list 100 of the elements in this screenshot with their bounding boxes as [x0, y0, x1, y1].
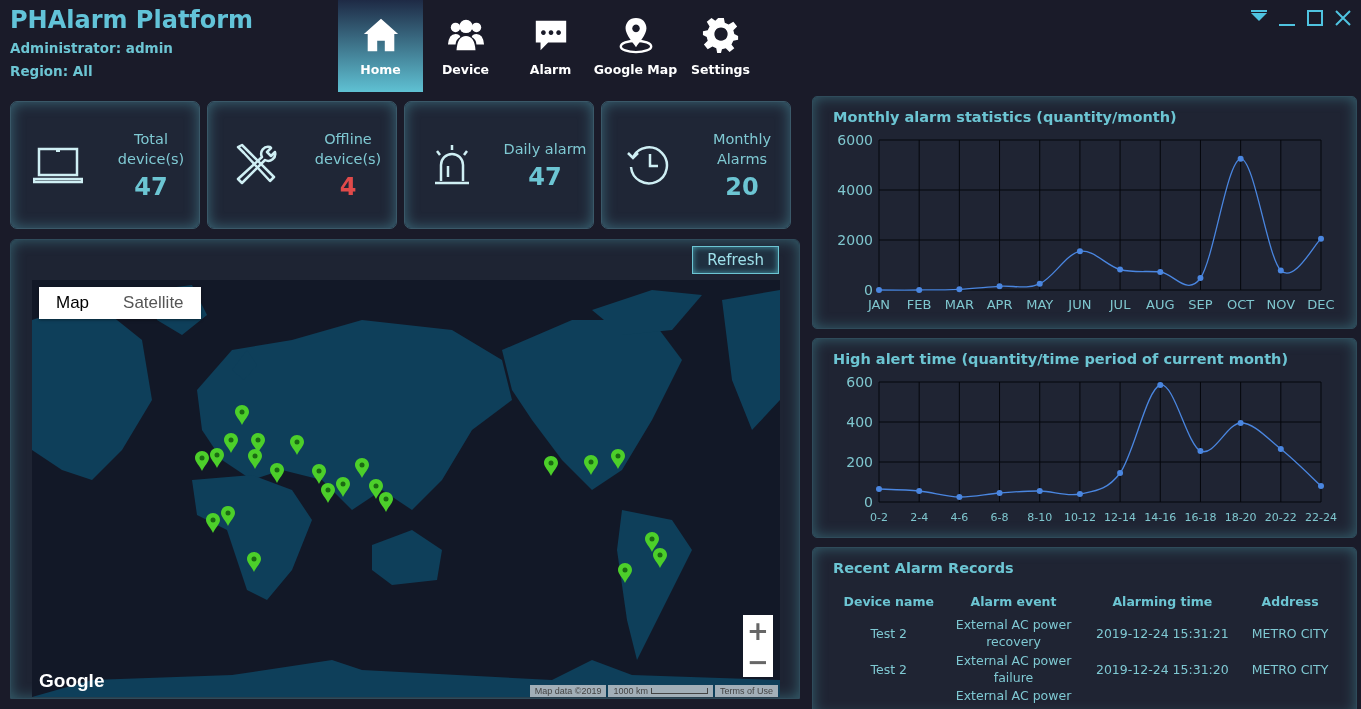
map-type-tab[interactable]: Map	[39, 287, 107, 319]
stat-label: Daily alarm	[502, 140, 588, 159]
map-pin-icon[interactable]	[221, 506, 235, 526]
map-pin-icon[interactable]	[321, 483, 335, 503]
map-pin-icon[interactable]	[645, 532, 659, 552]
axis-tick-label: SEP	[1188, 297, 1213, 312]
axis-tick-label: APR	[986, 297, 1013, 312]
map-pin-icon[interactable]	[653, 548, 667, 568]
axis-tick-label: 10-12	[1063, 511, 1096, 524]
map-pin-icon[interactable]	[355, 458, 369, 478]
table-cell: External AC power	[955, 688, 1072, 703]
map-logo: Google	[39, 670, 105, 692]
stat-value: 47	[134, 173, 168, 201]
axis-tick-label: MAR	[944, 297, 974, 312]
axis-tick-label: 6000	[837, 132, 873, 148]
axis-tick-label: 200	[846, 454, 873, 470]
table-cell: METRO CITY	[1251, 661, 1329, 677]
stat-label: Monthly Alarms	[711, 130, 773, 169]
map-attribution: Map data ©2019	[529, 685, 607, 697]
data-point	[1036, 488, 1043, 494]
data-point	[1036, 280, 1043, 287]
map-pin-icon[interactable]	[247, 552, 261, 572]
data-point	[1117, 470, 1124, 476]
map-type-tab[interactable]: Satellite	[106, 287, 201, 319]
close-icon[interactable]	[1333, 8, 1353, 28]
map-pin-icon[interactable]	[210, 448, 224, 468]
nav-tab[interactable]: Google Map	[593, 0, 678, 92]
data-point	[1237, 155, 1244, 162]
map-pin-icon[interactable]	[369, 479, 383, 499]
table-cell: METRO CITY	[1251, 625, 1329, 641]
axis-tick-label: 14-16	[1144, 511, 1177, 524]
map-pin-icon[interactable]	[611, 449, 625, 469]
data-point	[1157, 269, 1164, 275]
map-pin-icon[interactable]	[336, 477, 350, 497]
axis-tick-label: 20-22	[1264, 511, 1297, 524]
data-point	[1318, 235, 1324, 242]
app-title: PHAlarm Platform	[10, 6, 255, 34]
map-pin-icon[interactable]	[584, 455, 598, 475]
axis-tick-label: 16-18	[1184, 511, 1217, 524]
map-pin-icon[interactable]	[312, 464, 326, 484]
home-icon	[361, 16, 400, 54]
map-pin-icon[interactable]	[248, 449, 262, 469]
axis-tick-label: JUL	[1109, 297, 1131, 312]
map-pin-icon[interactable]	[224, 433, 238, 453]
table-cell: 2019-12-24 15:31:20	[1095, 661, 1229, 677]
map-pin-icon[interactable]	[206, 513, 220, 533]
data-point	[1318, 483, 1324, 489]
axis-tick-label: JAN	[867, 297, 891, 312]
map-pin-icon[interactable]	[270, 463, 284, 483]
data-point	[1076, 491, 1083, 497]
axis-tick-label: 6-8	[990, 511, 1009, 524]
data-point	[1237, 420, 1244, 426]
region-label: Region: All	[10, 63, 93, 79]
data-point	[1197, 275, 1204, 281]
chart-title: High alert time (quantity/time period of current month)	[833, 351, 1289, 367]
data-point	[1277, 267, 1284, 274]
chart-title: Monthly alarm statistics (quantity/month)	[833, 109, 1177, 125]
axis-tick-label: AUG	[1146, 297, 1175, 312]
axis-tick-label: MAY	[1026, 297, 1054, 312]
axis-tick-label: 22-24	[1305, 511, 1337, 524]
table-cell: Test 2	[870, 661, 908, 677]
nav-tab[interactable]: Alarm	[508, 0, 593, 92]
axis-tick-label: 400	[846, 414, 873, 430]
refresh-button[interactable]: Refresh	[692, 246, 779, 274]
axis-tick-label: NOV	[1266, 297, 1296, 312]
data-point	[876, 287, 882, 293]
axis-tick-label: 2000	[837, 232, 873, 248]
data-point	[1197, 448, 1204, 454]
data-point	[996, 283, 1003, 290]
map-pin-icon[interactable]	[379, 492, 393, 512]
maximize-icon[interactable]	[1305, 8, 1325, 28]
data-point	[1117, 266, 1124, 273]
axis-tick-label: OCT	[1227, 297, 1255, 312]
data-point	[956, 286, 963, 293]
terms-link[interactable]: Terms of Use	[715, 685, 778, 697]
map-pin-icon[interactable]	[195, 451, 209, 471]
table-cell: External AC power recovery	[955, 617, 1072, 649]
stat-value: 47	[528, 163, 562, 191]
data-point	[916, 287, 923, 293]
nav-tab[interactable]: Device	[423, 0, 508, 92]
nav-tab[interactable]: Settings	[678, 0, 763, 92]
stat-value: 4	[339, 173, 357, 201]
axis-tick-label: 0	[864, 494, 873, 510]
axis-tick-label: 8-10	[1027, 511, 1053, 524]
data-point	[1277, 446, 1284, 452]
stat-label: Offline device(s)	[313, 130, 383, 169]
data-point	[996, 490, 1003, 496]
table-cell: External AC power failure	[955, 653, 1072, 685]
administrator-label: Administrator: admin	[10, 40, 173, 56]
map-pin-icon[interactable]	[618, 563, 632, 583]
map-pin-icon[interactable]	[235, 405, 249, 425]
column-header: Device name	[842, 593, 935, 611]
column-header: Alarm event	[969, 593, 1058, 611]
data-point	[956, 494, 963, 500]
settings-icon	[701, 16, 740, 54]
column-header: Address	[1260, 593, 1320, 611]
stat-label: Total device(s)	[116, 130, 186, 169]
map-pin-icon[interactable]	[290, 435, 304, 455]
map-pin-icon[interactable]	[544, 456, 558, 476]
axis-tick-label: 4000	[837, 182, 873, 198]
